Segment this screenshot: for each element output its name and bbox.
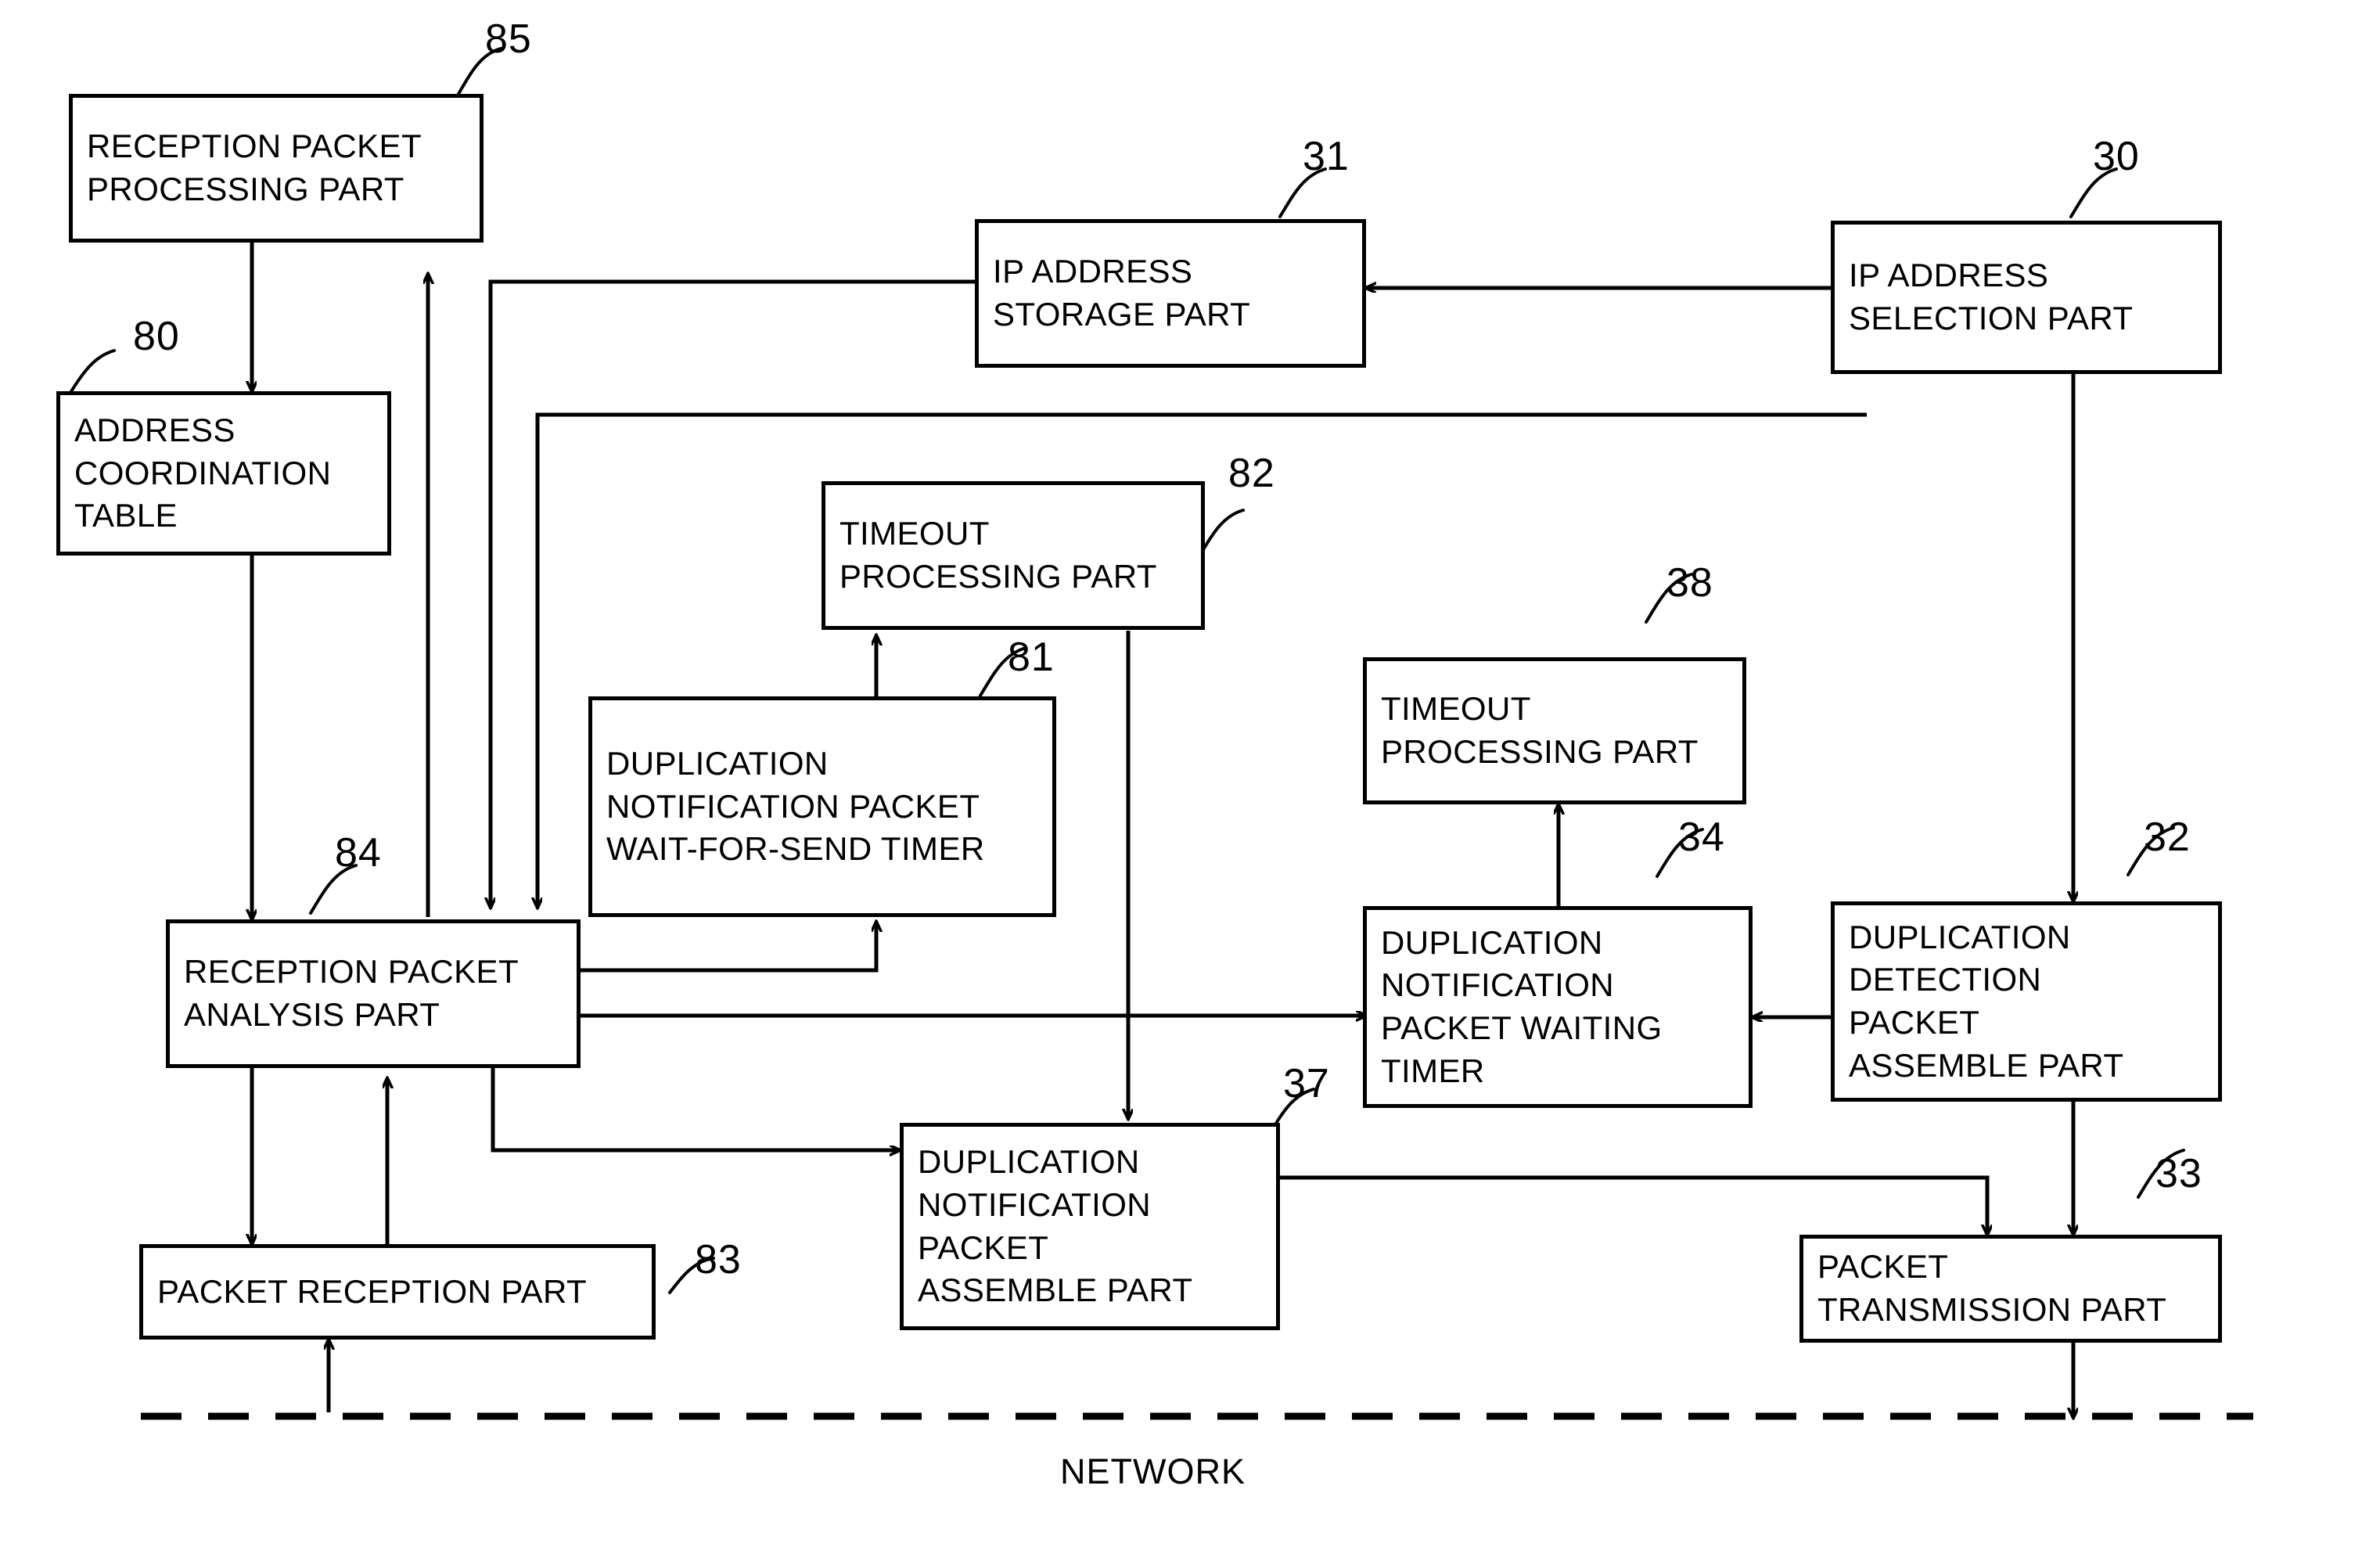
box-packet-reception-part: PACKET RECEPTION PART [139,1244,656,1340]
reference-numeral-84: 84 [335,830,382,876]
reference-numeral-82: 82 [1228,451,1275,496]
box-label-line: PACKET [1849,1004,1980,1041]
patent-figure-canvas: RECEPTION PACKET PROCESSING PART 85 ADDR… [0,0,2380,1543]
reference-numeral-38: 38 [1666,560,1713,606]
box-duplication-detection-packet-assemble-part: DUPLICATION DETECTION PACKET ASSEMBLE PA… [1831,901,2222,1102]
box-timeout-processing-part-82: TIMEOUT PROCESSING PART [821,481,1205,630]
box-label-line: COORDINATION [74,454,332,491]
box-timeout-processing-part-38: TIMEOUT PROCESSING PART [1363,657,1746,804]
box-label-line: IP ADDRESS [1849,257,2049,294]
box-label-line: PROCESSING PART [839,558,1157,595]
box-label-line: PACKET RECEPTION PART [157,1272,588,1310]
reference-numeral-31: 31 [1303,134,1350,179]
box-label-line: TABLE [74,497,178,534]
box-label-line: WAIT-FOR-SEND TIMER [606,830,985,868]
box-duplication-notification-packet-waiting-timer: DUPLICATION NOTIFICATION PACKET WAITING … [1363,906,1753,1108]
reference-numeral-37: 37 [1283,1061,1330,1106]
box-label-line: ANALYSIS PART [184,996,440,1033]
box-reception-packet-analysis-part: RECEPTION PACKET ANALYSIS PART [166,919,581,1068]
box-label-line: PROCESSING PART [1381,733,1699,770]
reference-numeral-83: 83 [695,1237,742,1282]
reference-numeral-80: 80 [133,314,180,359]
box-label-line: NOTIFICATION [1381,966,1615,1004]
box-label-line: ADDRESS [74,412,235,449]
box-label-line: TIMER [1381,1052,1485,1089]
box-label-line: DUPLICATION [1849,918,2071,955]
box-label-line: DUPLICATION [1381,923,1603,961]
box-label-line: ASSEMBLE PART [1849,1046,2124,1084]
box-label-line: STORAGE PART [993,296,1251,333]
box-label-line: TRANSMISSION PART [1817,1291,2167,1328]
box-reception-packet-processing-part: RECEPTION PACKET PROCESSING PART [69,94,484,243]
reference-numeral-30: 30 [2093,134,2140,179]
box-label-line: TIMEOUT [1381,690,1531,728]
box-label-line: TIMEOUT [839,515,990,552]
box-label-line: RECEPTION PACKET [184,953,520,991]
box-label-line: DUPLICATION [918,1143,1140,1181]
box-label-line: IP ADDRESS [993,253,1193,290]
box-label-line: SELECTION PART [1849,300,2134,336]
reference-numeral-85: 85 [485,16,532,62]
box-label-line: DETECTION [1849,961,2042,998]
box-label-line: DUPLICATION [606,745,829,782]
box-label-line: PACKET WAITING [1381,1009,1663,1046]
box-ip-address-selection-part: IP ADDRESS SELECTION PART [1831,221,2222,374]
box-address-coordination-table: ADDRESS COORDINATION TABLE [56,391,391,556]
box-duplication-notification-packet-wait-for-send-timer: DUPLICATION NOTIFICATION PACKET WAIT-FOR… [588,696,1056,917]
box-label-line: PACKET [918,1228,1049,1266]
reference-numeral-32: 32 [2144,815,2191,860]
reference-numeral-33: 33 [2155,1151,2202,1196]
box-label-line: RECEPTION PACKET [87,128,422,165]
box-label-line: PROCESSING PART [87,171,404,207]
box-label-line: PACKET [1817,1248,1949,1286]
box-label-line: NOTIFICATION PACKET [606,787,980,825]
box-ip-address-storage-part: IP ADDRESS STORAGE PART [975,219,1366,368]
box-label-line: ASSEMBLE PART [918,1271,1193,1309]
reference-numeral-34: 34 [1678,815,1725,860]
reference-numeral-81: 81 [1008,635,1055,680]
box-label-line: NOTIFICATION [918,1185,1152,1223]
box-packet-transmission-part: PACKET TRANSMISSION PART [1799,1235,2222,1343]
box-duplication-notification-packet-assemble-part: DUPLICATION NOTIFICATION PACKET ASSEMBLE… [900,1123,1280,1330]
network-label: NETWORK [1060,1451,1246,1491]
